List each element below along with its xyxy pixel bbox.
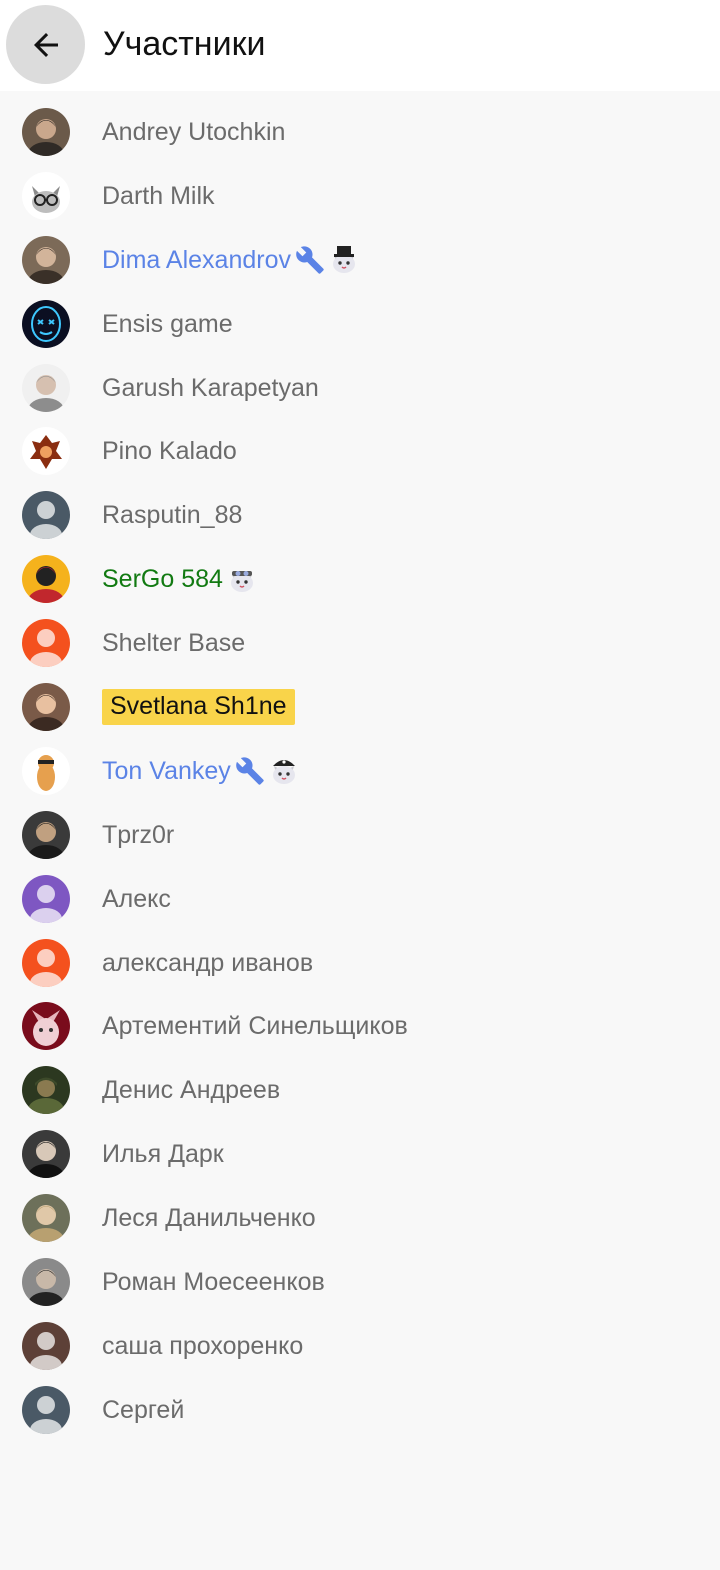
wrench-icon <box>235 756 265 786</box>
member-row[interactable]: Darth Milk <box>0 164 720 228</box>
member-row[interactable]: Роман Моесеенков <box>0 1250 720 1314</box>
avatar[interactable] <box>22 1130 70 1179</box>
member-name-group: александр иванов <box>102 931 313 995</box>
member-name[interactable]: Артементий Синельщиков <box>102 1011 408 1041</box>
member-row[interactable]: Pino Kalado <box>0 419 720 483</box>
member-name-group: Tprz0r <box>102 803 174 867</box>
cat-goggles-icon <box>227 564 257 594</box>
member-name-group: Shelter Base <box>102 611 245 675</box>
avatar[interactable] <box>22 1321 70 1370</box>
member-row[interactable]: Илья Дарк <box>0 1122 720 1186</box>
member-name-group: Алекс <box>102 867 171 931</box>
member-name[interactable]: саша прохоренко <box>102 1331 303 1361</box>
member-name-group: Rasputin_88 <box>102 483 242 547</box>
avatar[interactable] <box>22 235 70 284</box>
avatar[interactable] <box>22 108 70 156</box>
member-row[interactable]: Garush Karapetyan <box>0 356 720 420</box>
member-name[interactable]: Andrey Utochkin <box>102 117 285 147</box>
member-name-group: Darth Milk <box>102 164 215 228</box>
avatar[interactable] <box>22 619 70 668</box>
member-name[interactable]: Svetlana Sh1ne <box>102 689 295 726</box>
member-row[interactable]: александр иванов <box>0 931 720 995</box>
member-name-group: Илья Дарк <box>102 1122 224 1186</box>
member-name[interactable]: Rasputin_88 <box>102 500 242 530</box>
avatar[interactable] <box>22 1002 70 1051</box>
members-list: Andrey Utochkin Darth Milk Dima Alexandr… <box>0 100 720 1442</box>
member-row[interactable]: Shelter Base <box>0 611 720 675</box>
avatar[interactable] <box>22 1385 70 1434</box>
member-name[interactable]: Ensis game <box>102 309 233 339</box>
member-name[interactable]: александр иванов <box>102 948 313 978</box>
app-header: Участники <box>0 0 720 91</box>
member-row[interactable]: SerGo 584 <box>0 547 720 611</box>
member-name[interactable]: Леся Данильченко <box>102 1203 316 1233</box>
avatar[interactable] <box>22 1194 70 1243</box>
member-name-group: Andrey Utochkin <box>102 100 285 164</box>
member-name[interactable]: SerGo 584 <box>102 564 223 594</box>
member-row[interactable]: Dima Alexandrov <box>0 228 720 292</box>
avatar[interactable] <box>22 1258 70 1307</box>
member-name-group: Ensis game <box>102 292 233 356</box>
member-name-group: Pino Kalado <box>102 419 237 483</box>
member-name-group: Сергей <box>102 1378 184 1442</box>
wrench-icon <box>295 245 325 275</box>
member-name-group: Svetlana Sh1ne <box>102 675 295 739</box>
member-name[interactable]: Роман Моесеенков <box>102 1267 325 1297</box>
member-name-group: Артементий Синельщиков <box>102 994 408 1058</box>
member-name-group: саша прохоренко <box>102 1314 303 1378</box>
avatar[interactable] <box>22 810 70 859</box>
avatar[interactable] <box>22 1066 70 1115</box>
member-name[interactable]: Ton Vankey <box>102 756 231 786</box>
member-row[interactable]: Леся Данильченко <box>0 1186 720 1250</box>
avatar[interactable] <box>22 555 70 604</box>
member-name-group: Денис Андреев <box>102 1058 280 1122</box>
member-row[interactable]: саша прохоренко <box>0 1314 720 1378</box>
member-name-group: Роман Моесеенков <box>102 1250 325 1314</box>
avatar[interactable] <box>22 746 70 795</box>
member-name-group: Garush Karapetyan <box>102 356 319 420</box>
member-name-group: Леся Данильченко <box>102 1186 316 1250</box>
avatar[interactable] <box>22 683 70 732</box>
member-name[interactable]: Илья Дарк <box>102 1139 224 1169</box>
back-button[interactable] <box>6 5 85 84</box>
member-row[interactable]: Алекс <box>0 867 720 931</box>
avatar[interactable] <box>22 491 70 540</box>
page-title: Участники <box>103 25 266 63</box>
member-name[interactable]: Shelter Base <box>102 628 245 658</box>
member-name[interactable]: Darth Milk <box>102 181 215 211</box>
avatar[interactable] <box>22 171 70 220</box>
member-row[interactable]: Andrey Utochkin <box>0 100 720 164</box>
avatar[interactable] <box>22 874 70 923</box>
avatar[interactable] <box>22 427 70 476</box>
member-name[interactable]: Tprz0r <box>102 820 174 850</box>
member-row[interactable]: Денис Андреев <box>0 1058 720 1122</box>
cat-pirate-icon <box>269 756 299 786</box>
member-row[interactable]: Rasputin_88 <box>0 483 720 547</box>
member-name[interactable]: Сергей <box>102 1395 184 1425</box>
avatar[interactable] <box>22 938 70 987</box>
member-row[interactable]: Tprz0r <box>0 803 720 867</box>
cat-top-hat-icon <box>329 245 359 275</box>
member-row[interactable]: Ensis game <box>0 292 720 356</box>
member-name[interactable]: Алекс <box>102 884 171 914</box>
member-name[interactable]: Garush Karapetyan <box>102 373 319 403</box>
member-name-group: SerGo 584 <box>102 547 257 611</box>
member-name[interactable]: Денис Андреев <box>102 1075 280 1105</box>
member-row[interactable]: Svetlana Sh1ne <box>0 675 720 739</box>
member-name[interactable]: Pino Kalado <box>102 436 237 466</box>
member-row[interactable]: Сергей <box>0 1378 720 1442</box>
member-name-group: Dima Alexandrov <box>102 228 359 292</box>
avatar[interactable] <box>22 299 70 348</box>
avatar[interactable] <box>22 363 70 412</box>
arrow-left-icon <box>33 32 58 57</box>
member-name[interactable]: Dima Alexandrov <box>102 245 291 275</box>
member-row[interactable]: Ton Vankey <box>0 739 720 803</box>
member-name-group: Ton Vankey <box>102 739 299 803</box>
member-row[interactable]: Артементий Синельщиков <box>0 994 720 1058</box>
